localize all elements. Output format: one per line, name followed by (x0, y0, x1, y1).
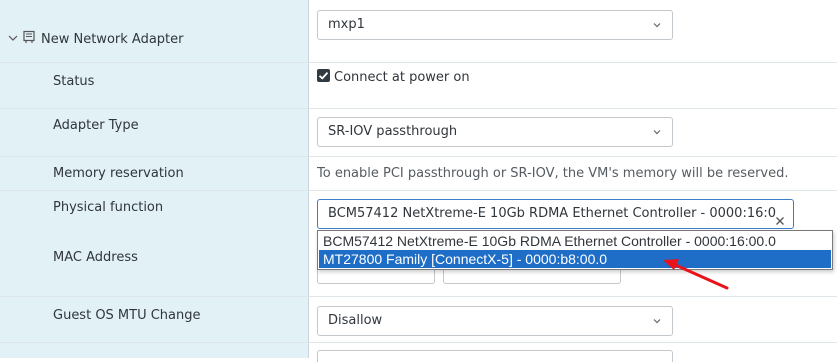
connect-at-power-on-label: Connect at power on (334, 70, 470, 85)
row-divider (0, 62, 837, 63)
row-divider (0, 190, 837, 191)
memory-reservation-label: Memory reservation (53, 166, 184, 181)
adapter-type-select[interactable]: SR-IOV passthrough (317, 117, 673, 147)
memory-reservation-note: To enable PCI passthrough or SR-IOV, the… (317, 166, 789, 181)
adapter-type-label: Adapter Type (53, 118, 139, 133)
guest-os-mtu-value: Disallow (328, 313, 383, 328)
section-header[interactable]: New Network Adapter (8, 30, 298, 50)
row-divider (0, 156, 837, 157)
network-adapter-icon (22, 30, 36, 48)
status-label: Status (53, 74, 95, 89)
physical-function-option[interactable]: BCM57412 NetXtreme-E 10Gb RDMA Ethernet … (319, 232, 831, 250)
row-divider (0, 342, 837, 343)
next-row-select[interactable] (317, 350, 673, 362)
annotation-arrow-icon (663, 259, 729, 290)
physical-function-label: Physical function (53, 200, 164, 215)
chevron-down-icon (652, 20, 662, 30)
physical-function-option-highlighted[interactable]: MT27800 Family [ConnectX-5] - 0000:b8:00… (319, 250, 831, 268)
connect-at-power-on-checkbox[interactable] (317, 69, 330, 82)
physical-function-value: BCM57412 NetXtreme-E 10Gb RDMA Ethernet … (328, 206, 777, 221)
chevron-down-icon (652, 316, 662, 326)
section-title: New Network Adapter (41, 32, 184, 47)
row-divider (0, 108, 837, 109)
row-divider (0, 296, 837, 297)
network-value: mxp1 (328, 17, 365, 32)
clear-icon[interactable] (775, 209, 785, 228)
chevron-down-icon (652, 127, 662, 137)
guest-os-mtu-select[interactable]: Disallow (317, 306, 673, 336)
adapter-type-value: SR-IOV passthrough (328, 124, 458, 139)
checkmark-icon (318, 71, 329, 80)
mac-address-label: MAC Address (53, 250, 138, 265)
guest-os-mtu-label: Guest OS MTU Change (53, 308, 201, 323)
physical-function-select[interactable]: BCM57412 NetXtreme-E 10Gb RDMA Ethernet … (317, 199, 794, 229)
chevron-down-icon[interactable] (8, 32, 18, 47)
column-divider (308, 0, 309, 358)
physical-function-dropdown: BCM57412 NetXtreme-E 10Gb RDMA Ethernet … (317, 230, 833, 270)
network-select[interactable]: mxp1 (317, 10, 673, 40)
